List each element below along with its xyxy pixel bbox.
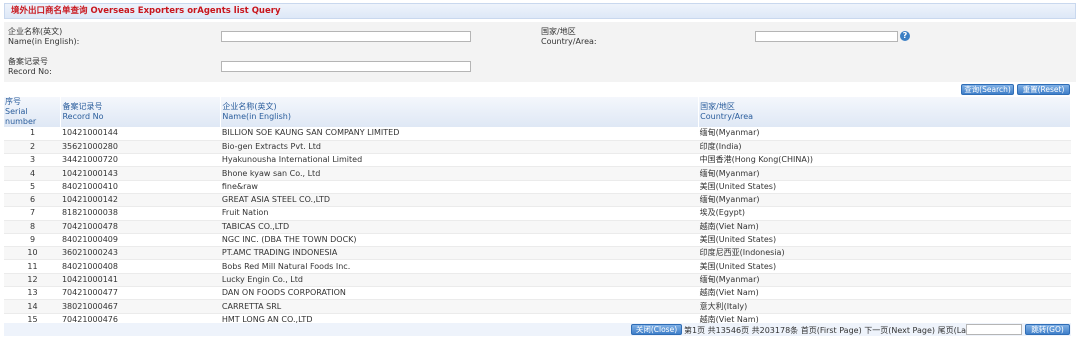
table-row: 7 81821000038 Fruit Nation 埃及(Egypt) [4,206,1071,221]
country-label-en: Country/Area: [541,37,597,46]
table-header-row: 序号 Serial number 备案记录号 Record No 企业名称(英文) N… [4,97,1071,127]
pagination-bar: 关闭(Close) 第1页 共13546页 共203178条 首页(First … [4,323,1071,336]
header-serial: 序号 Serial number [4,97,62,127]
table-row: 9 84021000409 NGC INC. (DBA THE TOWN DOCK)… [4,233,1071,248]
company-name-label-en: Name(in English): [8,37,80,46]
table-row: 5 84021000410 fine&raw 美国(United States) [4,180,1071,194]
company-name-label-cn: 企业名称(英文) [8,27,63,36]
search-form: 企业名称(英文) Name(in English): 国家/地区 Country… [4,22,1076,82]
header-record-no: 备案记录号 Record No [60,97,222,127]
country-label: 国家/地区 Country/Area: [541,27,597,47]
table-row: 12 10421000141 Lucky Engin Co., Ltd 缅甸(Myan… [4,273,1071,288]
table-row: 14 38021000467 CARRETTA SRL 意大利(Italy) [4,299,1071,314]
table-row: 4 10421000143 Bhone kyaw san Co., Ltd 缅甸(My… [4,166,1071,181]
search-button[interactable]: 查询(Search) [961,84,1014,95]
country-label-cn: 国家/地区 [541,27,576,36]
help-icon[interactable]: ? [900,31,910,41]
pagination-text: 第1页 共13546页 共203178条 首页(First Page) 下一页(… [684,326,999,335]
header-company-name: 企业名称(英文) Name(in English) [220,97,700,127]
table-row: 6 10421000142 GREAT ASIA STEEL CO.,LTD 缅甸(M… [4,193,1071,208]
table-row: 2 35621000280 Bio-gen Extracts Pvt. Ltd 印度(… [4,140,1071,155]
table-row: 11 84021000408 Bobs Red Mill Natural Foods… [4,259,1071,274]
table-row: 8 70421000478 TABICAS CO.,LTD 越南(Viet Nam) [4,220,1071,234]
record-no-label-cn: 备案记录号 [8,57,48,66]
page-title: 境外出口商名单查询 Overseas Exporters orAgents li… [4,3,1076,19]
company-name-input[interactable] [221,31,471,42]
company-name-label: 企业名称(英文) Name(in English): [8,27,79,47]
record-no-input[interactable] [221,61,471,72]
table-row: 3 34421000720 Hyakunousha International Li… [4,153,1071,168]
table-row: 13 70421000477 DAN ON FOODS CORPORATION 越南(… [4,286,1071,301]
record-no-label-en: Record No: [8,67,52,76]
country-input[interactable] [755,31,898,42]
table-row: 1 10421000144 BILLION SOE KAUNG SAN COMPAN… [4,127,1071,141]
table-row: 10 36021000243 PT.AMC TRADING INDONESIA 印度尼… [4,246,1071,261]
close-button[interactable]: 关闭(Close) [631,324,682,335]
header-country: 国家/地区 Country/Area [698,97,1071,127]
go-button[interactable]: 跳转(GO) [1025,324,1070,335]
results-table: 序号 Serial number 备案记录号 Record No 企业名称(英文) N… [4,97,1071,327]
page-number-input[interactable] [966,324,1022,335]
reset-button[interactable]: 重置(Reset) [1017,84,1070,95]
record-no-label: 备案记录号 Record No: [8,57,52,77]
